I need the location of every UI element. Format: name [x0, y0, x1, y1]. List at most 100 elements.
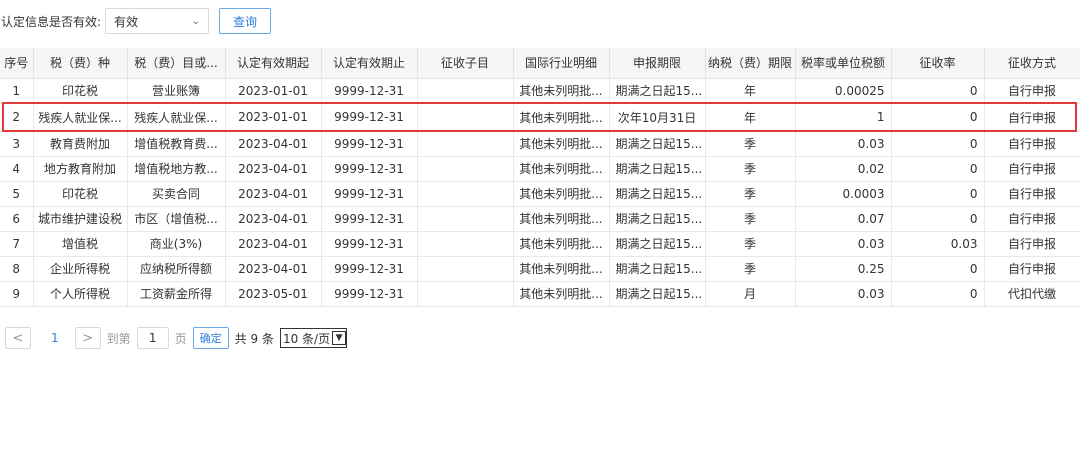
goto-label: 到第	[106, 331, 131, 346]
col-header-industry[interactable]: 国际行业明细	[513, 48, 610, 79]
cell-tax-item: 残疾人就业保...	[127, 103, 226, 132]
cell-rate: 0.03	[795, 281, 892, 307]
tax-identification-table: 序号 税（费）种 税（费）目或... 认定有效期起 认定有效期止 征收子目 国际…	[0, 48, 1080, 307]
table-row[interactable]: 7 增值税 商业(3%) 2023-04-01 9999-12-31 其他未列明…	[0, 231, 1080, 257]
cell-valid-to: 9999-12-31	[321, 206, 418, 232]
table-row[interactable]: 3 教育费附加 增值税教育费... 2023-04-01 9999-12-31 …	[0, 131, 1080, 157]
cell-payment-period: 季	[705, 131, 796, 157]
col-header-rate[interactable]: 税率或单位税额	[795, 48, 892, 79]
cell-rate: 0.03	[795, 131, 892, 157]
goto-page-input[interactable]	[136, 327, 169, 349]
page-number-current[interactable]: 1	[51, 331, 59, 345]
cell-declare-period: 期满之日起15...	[609, 131, 706, 157]
cell-declare-period: 期满之日起15...	[609, 78, 706, 104]
cell-index: 7	[0, 231, 34, 257]
cell-industry: 其他未列明批...	[513, 131, 610, 157]
cell-sub-item	[417, 131, 514, 157]
cell-rate: 1	[795, 103, 892, 132]
cell-sub-item	[417, 78, 514, 104]
table-row[interactable]: 8 企业所得税 应纳税所得额 2023-04-01 9999-12-31 其他未…	[0, 256, 1080, 282]
cell-levy-rate: 0.03	[891, 231, 985, 257]
page-size-select[interactable]: 10 条/页 ▼	[279, 328, 348, 348]
page-size-value: 10 条/页	[282, 331, 331, 346]
cell-sub-item	[417, 181, 514, 207]
cell-rate: 0.25	[795, 256, 892, 282]
cell-valid-to: 9999-12-31	[321, 256, 418, 282]
query-button[interactable]: 查询	[219, 8, 272, 34]
cell-tax-type: 地方教育附加	[33, 156, 128, 182]
cell-payment-period: 月	[705, 281, 796, 307]
cell-rate: 0.07	[795, 206, 892, 232]
table-row[interactable]: 6 城市维护建设税 市区（增值税... 2023-04-01 9999-12-3…	[0, 206, 1080, 232]
page-suffix-label: 页	[174, 331, 187, 346]
col-header-payment-period[interactable]: 纳税（费）期限	[705, 48, 796, 79]
cell-index: 1	[0, 78, 34, 104]
col-header-levy-method[interactable]: 征收方式	[984, 48, 1080, 79]
col-header-tax-type[interactable]: 税（费）种	[33, 48, 128, 79]
cell-tax-item: 增值税教育费...	[127, 131, 226, 157]
cell-tax-type: 教育费附加	[33, 131, 128, 157]
cell-tax-item: 营业账簿	[127, 78, 226, 104]
cell-levy-method: 自行申报	[984, 131, 1080, 157]
cell-levy-rate: 0	[891, 281, 985, 307]
col-header-declare-period[interactable]: 申报期限	[609, 48, 706, 79]
cell-levy-rate: 0	[891, 156, 985, 182]
chevron-left-icon[interactable]: <	[5, 327, 31, 349]
cell-levy-method: 自行申报	[984, 103, 1080, 132]
cell-valid-from: 2023-04-01	[225, 206, 322, 232]
cell-declare-period: 期满之日起15...	[609, 281, 706, 307]
cell-payment-period: 季	[705, 181, 796, 207]
col-header-valid-from[interactable]: 认定有效期起	[225, 48, 322, 79]
table-row[interactable]: 1 印花税 营业账簿 2023-01-01 9999-12-31 其他未列明批.…	[0, 78, 1080, 104]
cell-sub-item	[417, 256, 514, 282]
cell-valid-to: 9999-12-31	[321, 181, 418, 207]
cell-industry: 其他未列明批...	[513, 231, 610, 257]
cell-tax-item: 应纳税所得额	[127, 256, 226, 282]
cell-tax-type: 残疾人就业保...	[33, 103, 128, 132]
cell-declare-period: 期满之日起15...	[609, 156, 706, 182]
cell-levy-rate: 0	[891, 206, 985, 232]
cell-valid-to: 9999-12-31	[321, 103, 418, 132]
chevron-right-icon[interactable]: >	[74, 327, 101, 349]
cell-valid-to: 9999-12-31	[321, 131, 418, 157]
cell-tax-type: 印花税	[33, 78, 128, 104]
col-header-valid-to[interactable]: 认定有效期止	[321, 48, 418, 79]
cell-declare-period: 期满之日起15...	[609, 256, 706, 282]
col-header-levy-rate[interactable]: 征收率	[891, 48, 985, 79]
chevron-down-icon: ▼	[332, 331, 347, 345]
cell-declare-period: 期满之日起15...	[609, 206, 706, 232]
cell-declare-period: 次年10月31日	[609, 103, 706, 132]
col-header-tax-item[interactable]: 税（费）目或...	[127, 48, 226, 79]
cell-payment-period: 年	[705, 103, 796, 132]
cell-payment-period: 季	[705, 156, 796, 182]
cell-valid-from: 2023-04-01	[225, 156, 322, 182]
cell-payment-period: 季	[705, 206, 796, 232]
cell-levy-method: 自行申报	[984, 206, 1080, 232]
cell-tax-type: 增值税	[33, 231, 128, 257]
col-header-sub-item[interactable]: 征收子目	[417, 48, 514, 79]
table-row[interactable]: 9 个人所得税 工资薪金所得 2023-05-01 9999-12-31 其他未…	[0, 281, 1080, 307]
cell-valid-from: 2023-01-01	[225, 78, 322, 104]
cell-industry: 其他未列明批...	[513, 78, 610, 104]
table-row-highlighted[interactable]: 2 残疾人就业保... 残疾人就业保... 2023-01-01 9999-12…	[0, 103, 1080, 132]
validity-select[interactable]: 有效 ⌄	[105, 8, 210, 34]
cell-industry: 其他未列明批...	[513, 181, 610, 207]
cell-sub-item	[417, 156, 514, 182]
cell-sub-item	[417, 281, 514, 307]
cell-sub-item	[417, 103, 514, 132]
table-row[interactable]: 5 印花税 买卖合同 2023-04-01 9999-12-31 其他未列明批.…	[0, 181, 1080, 207]
cell-tax-item: 市区（增值税...	[127, 206, 226, 232]
cell-tax-type: 城市维护建设税	[33, 206, 128, 232]
cell-valid-from: 2023-04-01	[225, 131, 322, 157]
total-count: 共 9 条	[234, 331, 274, 346]
col-header-index[interactable]: 序号	[0, 48, 34, 79]
table-row[interactable]: 4 地方教育附加 增值税地方教... 2023-04-01 9999-12-31…	[0, 156, 1080, 182]
goto-confirm-button[interactable]: 确定	[192, 327, 229, 349]
cell-sub-item	[417, 206, 514, 232]
pagination: < 1 > 到第 页 确定 共 9 条 10 条/页 ▼	[5, 326, 348, 350]
cell-levy-method: 自行申报	[984, 231, 1080, 257]
cell-index: 4	[0, 156, 34, 182]
cell-industry: 其他未列明批...	[513, 256, 610, 282]
cell-levy-method: 代扣代缴	[984, 281, 1080, 307]
cell-index: 3	[0, 131, 34, 157]
